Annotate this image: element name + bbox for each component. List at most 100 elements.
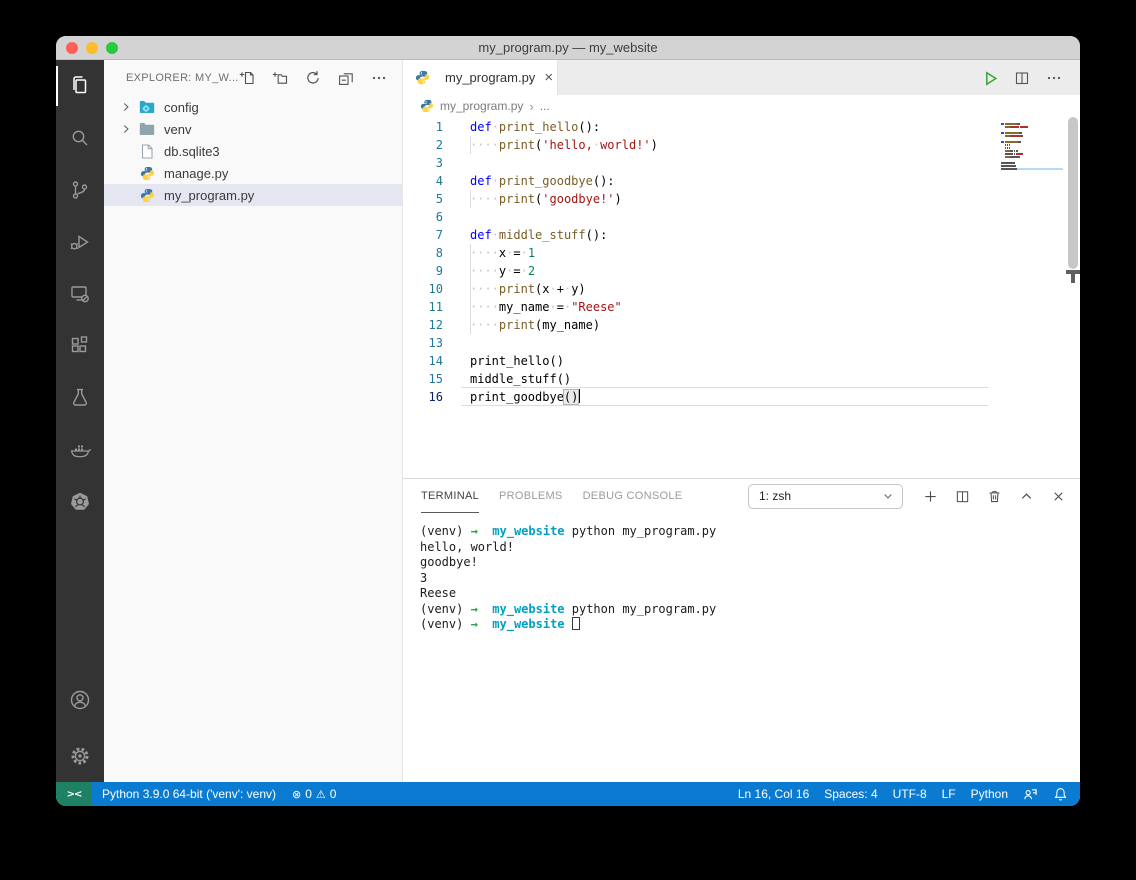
zoom-window-button[interactable] [106,42,118,54]
activity-account[interactable] [56,674,104,726]
terminal-line: 3 [420,571,1080,587]
split-editor-icon[interactable] [1014,70,1030,86]
tree-item-venv[interactable]: venv [104,118,402,140]
close-window-button[interactable] [66,42,78,54]
line-number: 9 [403,262,443,280]
error-icon: ⊗ [292,788,301,801]
activity-explorer[interactable] [56,60,104,112]
line-number: 7 [403,226,443,244]
beaker-icon [68,386,92,410]
explorer-header: EXPLORER: MY_W... [104,60,402,96]
python-icon [415,70,430,86]
eol-status[interactable]: LF [942,787,956,801]
terminal-shell-value: 1: zsh [759,489,791,503]
code-editor[interactable]: 1def·print_hello():2····print('hello,·wo… [403,117,1080,478]
panel-tab-debug-console[interactable]: DEBUG CONSOLE [583,479,683,513]
code-line-13: 13 [403,334,1080,352]
panel-tab-terminal[interactable]: TERMINAL [421,479,479,513]
code-line-8: 8····x·=·1 [403,244,1080,262]
code-line-2: 2····print('hello,·world!') [403,136,1080,154]
tree-item-db.sqlite3[interactable]: db.sqlite3 [104,140,402,162]
breadcrumb-symbol[interactable]: ... [540,99,550,113]
tree-item-my_program.py[interactable]: my_program.py [104,184,402,206]
search-icon [68,126,92,150]
remote-indicator[interactable]: >< [56,782,92,806]
tree-item-label: db.sqlite3 [164,144,220,159]
line-number: 14 [403,352,443,370]
activity-search[interactable] [56,112,104,164]
terminal-shell-select[interactable]: 1: zsh [748,484,903,509]
line-number: 13 [403,334,443,352]
editor-scrollbar [1066,117,1080,478]
line-number: 2 [403,136,443,154]
code-line-11: 11····my_name·=·"Reese" [403,298,1080,316]
problems-status[interactable]: ⊗ 0 ⚠ 0 [292,787,336,801]
minimize-window-button[interactable] [86,42,98,54]
kill-terminal-icon[interactable] [987,489,1002,504]
line-number: 16 [403,388,443,406]
tab-my-program[interactable]: my_program.py × [403,60,558,95]
error-count: 0 [305,787,312,801]
run-python-file-icon[interactable] [982,70,998,86]
indentation-status[interactable]: Spaces: 4 [824,787,877,801]
cursor-position-status[interactable]: Ln 16, Col 16 [738,787,809,801]
tab-close-icon[interactable]: × [541,69,556,86]
maximize-panel-icon[interactable] [1019,489,1034,504]
editor-body: 1def·print_hello():2····print('hello,·wo… [403,117,1080,478]
feedback-icon[interactable] [1023,787,1038,802]
terminal-output[interactable]: (venv) → my_website python my_program.py… [403,513,1080,782]
activity-kubernetes[interactable] [56,476,104,528]
activity-source-control[interactable] [56,164,104,216]
activity-run-debug[interactable] [56,216,104,268]
panel-tab-problems[interactable]: PROBLEMS [499,479,563,513]
terminal-cursor [572,617,580,630]
code-line-14: 14print_hello() [403,352,1080,370]
line-number: 8 [403,244,443,262]
folder-icon [139,121,155,137]
title-bar: my_program.py — my_website [56,36,1080,60]
activity-extensions[interactable] [56,320,104,372]
new-file-icon[interactable] [239,70,255,86]
tree-item-label: my_program.py [164,188,254,203]
docker-icon [68,438,92,462]
breadcrumb-file[interactable]: my_program.py [440,99,523,113]
explorer-title: EXPLORER: MY_W... [126,72,239,84]
activity-docker[interactable] [56,424,104,476]
scrollbar-thumb[interactable] [1068,117,1078,269]
file-icon [139,143,155,159]
new-folder-icon[interactable] [272,70,288,86]
minimap[interactable] [1001,123,1063,171]
code-line-3: 3 [403,154,1080,172]
extensions-icon [68,334,92,358]
text-cursor [578,389,580,403]
line-number: 12 [403,316,443,334]
terminal-line: (venv) → my_website python my_program.py [420,524,1080,540]
line-number: 3 [403,154,443,172]
language-mode-status[interactable]: Python [971,787,1008,801]
activity-testing[interactable] [56,372,104,424]
more-editor-actions-icon[interactable] [1046,70,1062,86]
encoding-status[interactable]: UTF-8 [893,787,927,801]
split-terminal-icon[interactable] [955,489,970,504]
collapse-all-icon[interactable] [338,70,354,86]
code-line-16: 16print_goodbye() [403,388,1080,406]
terminal-line: Reese [420,586,1080,602]
activity-remote-explorer[interactable] [56,268,104,320]
notifications-bell-icon[interactable] [1053,787,1068,802]
files-icon [68,74,92,98]
activity-settings[interactable] [56,730,104,782]
more-actions-icon[interactable] [371,70,387,86]
chevron-right-icon [118,121,134,137]
refresh-icon[interactable] [305,70,321,86]
tree-item-manage.py[interactable]: manage.py [104,162,402,184]
python-interpreter-status[interactable]: Python 3.9.0 64-bit ('venv': venv) [102,787,276,801]
line-number: 6 [403,208,443,226]
close-panel-icon[interactable] [1051,489,1066,504]
tree-item-label: venv [164,122,191,137]
line-number: 5 [403,190,443,208]
overview-ruler-cursor-marker-stem [1071,274,1075,283]
tree-item-config[interactable]: config [104,96,402,118]
activity-bar [56,60,104,782]
remote-explorer-icon [68,282,92,306]
new-terminal-icon[interactable] [923,489,938,504]
